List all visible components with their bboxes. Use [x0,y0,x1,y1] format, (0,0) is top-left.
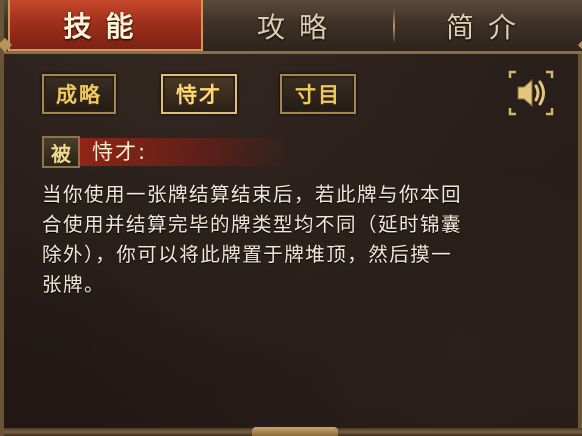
tab-label: 攻略 [256,10,341,44]
description-line: 除外），你可以将此牌置于牌堆顶，然后摸一 [42,243,453,266]
description-line: 合使用并结算完毕的牌类型均不同（延时锦囊 [42,213,463,236]
speaker-icon [508,70,554,116]
sound-button[interactable] [506,70,556,116]
skill-button-label: 成略 [56,83,102,107]
general-info-panel: 技能 攻略 简介 成略 恃才 寸目 被 恃才: 当你使用一张牌结算结束后，若此牌… [0,0,582,436]
skill-description: 当你使用一张牌结算结束后，若此牌与你本回 合使用并结算完毕的牌类型均不同（延时锦… [42,180,556,300]
tab-label: 简介 [445,10,530,44]
skill-title-row: 被 恃才: [42,136,342,168]
skill-button-shicai[interactable]: 恃才 [161,74,237,114]
skill-type-badge: 被 [42,136,80,168]
tab-label: 技能 [63,9,148,43]
tab-intro[interactable]: 简介 [394,0,582,51]
tab-bar: 技能 攻略 简介 [0,0,582,54]
description-line: 张牌。 [42,273,106,296]
skill-button-label: 恃才 [176,83,222,107]
bottom-ornament [252,427,338,436]
tab-skills[interactable]: 技能 [8,0,203,51]
tab-strategy[interactable]: 攻略 [204,0,394,51]
description-line: 当你使用一张牌结算结束后，若此牌与你本回 [42,183,463,206]
skill-button-chenglve[interactable]: 成略 [42,74,116,114]
skill-button-cunmu[interactable]: 寸目 [280,74,356,114]
skill-button-label: 寸目 [295,83,341,107]
skill-name: 恃才: [92,140,148,164]
